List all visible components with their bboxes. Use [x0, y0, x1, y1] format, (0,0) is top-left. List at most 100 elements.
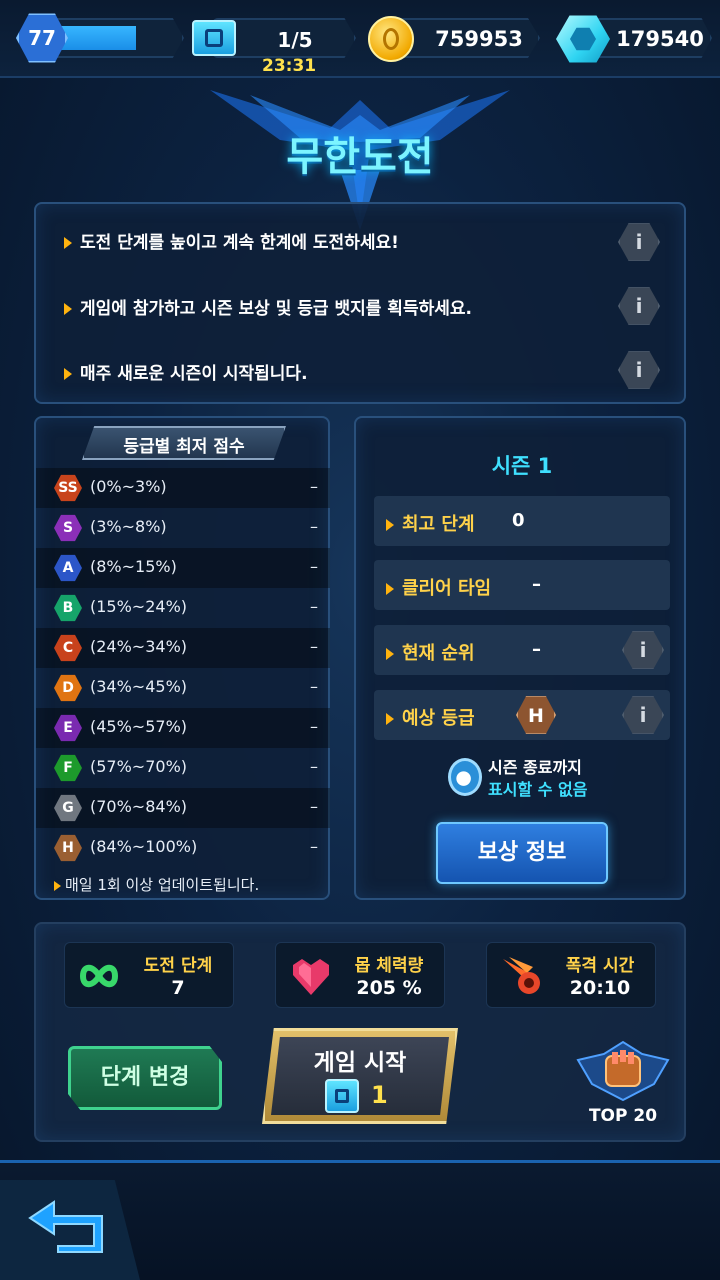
bullet-arrow-icon [64, 368, 72, 380]
expected-grade-badge: H [516, 696, 556, 734]
grade-row: C (24%~34%) – [36, 628, 330, 668]
expected-grade-row: 예상 등급 H i [374, 690, 670, 740]
grade-badge-icon: G [54, 794, 82, 822]
page-title: 무한도전 [286, 134, 434, 180]
grade-row: SS (0%~3%) – [36, 468, 330, 508]
grade-row: A (8%~15%) – [36, 548, 330, 588]
grade-range: (24%~34%) [90, 637, 188, 656]
stat-challenge-stage: 도전 단계 7 [64, 942, 234, 1008]
game-start-button[interactable]: 게임 시작 1 [262, 1028, 458, 1124]
ticket-timer: 23:31 [262, 56, 317, 76]
rank-label: 현재 순위 [386, 639, 475, 665]
info-icon[interactable]: i [618, 351, 660, 389]
grade-range: (15%~24%) [90, 597, 188, 616]
grade-min-score: – [310, 757, 318, 776]
stat-bombing-time: 폭격 시간 20:10 [486, 942, 656, 1008]
grade-min-score: – [310, 677, 318, 696]
grade-row: F (57%~70%) – [36, 748, 330, 788]
notice-item: 매주 새로운 시즌이 시작됩니다. [64, 359, 308, 384]
grade-header: 등급별 최저 점수 [123, 437, 245, 457]
change-stage-button[interactable]: 단계 변경 [68, 1046, 222, 1110]
grade-row: H (84%~100%) – [36, 828, 330, 868]
start-cost: 1 [371, 1081, 388, 1109]
grade-row: E (45%~57%) – [36, 708, 330, 748]
clear-time-label: 클리어 타임 [386, 574, 491, 600]
grade-min-score: – [310, 557, 318, 576]
notice-text: 매주 새로운 시즌이 시작됩니다. [80, 364, 308, 384]
grade-range: (0%~3%) [90, 477, 167, 496]
grade-row: B (15%~24%) – [36, 588, 330, 628]
gold-coin-icon [368, 16, 414, 62]
label-text: 현재 순위 [402, 643, 475, 664]
grade-min-score: – [310, 597, 318, 616]
grade-min-score: – [310, 477, 318, 496]
top-rank-emblem-icon[interactable] [574, 1040, 672, 1106]
reward-info-button[interactable]: 보상 정보 [436, 822, 608, 884]
bullet-arrow-icon [64, 237, 72, 249]
notice-text: 도전 단계를 높이고 계속 한계에 도전하세요! [80, 233, 399, 253]
notice-panel: 도전 단계를 높이고 계속 한계에 도전하세요! i 게임에 참가하고 시즌 보… [34, 202, 686, 404]
bullet-arrow-icon [64, 303, 72, 315]
stat-value: 7 [171, 977, 185, 999]
stat-label: 몹 체력량 [354, 956, 424, 976]
best-stage-label: 최고 단계 [386, 510, 475, 536]
stat-value: 20:10 [569, 977, 631, 999]
grade-range: (57%~70%) [90, 757, 188, 776]
notice-item: 도전 단계를 높이고 계속 한계에 도전하세요! [64, 228, 399, 253]
notice-text: 게임에 참가하고 시즌 보상 및 등급 뱃지를 획득하세요. [80, 299, 472, 319]
grade-badge-icon: D [54, 674, 82, 702]
info-icon[interactable]: i [618, 287, 660, 325]
season-panel: 시즌 1 최고 단계 0 클리어 타임 – 현재 순위 – i 예상 등급 H … [354, 416, 686, 900]
grade-badge-icon: A [54, 554, 82, 582]
top-status-bar: 77 1/5 23:31 759953 179540 [0, 0, 720, 78]
expected-grade-label: 예상 등급 [386, 704, 475, 730]
gold-amount: 759953 [435, 27, 523, 51]
ticket-icon [325, 1079, 359, 1113]
clear-time-row: 클리어 타임 – [374, 560, 670, 610]
grade-min-score: – [310, 797, 318, 816]
season-title: 시즌 1 [491, 454, 553, 478]
grade-panel: 등급별 최저 점수 SS (0%~3%) – S (3%~8%) – A (8%~15%) – B… [34, 416, 330, 900]
grade-min-score: – [310, 717, 318, 736]
grade-row: S (3%~8%) – [36, 508, 330, 548]
best-stage-value: 0 [512, 510, 525, 531]
grade-badge-icon: B [54, 594, 82, 622]
grade-badge-icon: SS [54, 474, 82, 502]
grade-min-score: – [310, 517, 318, 536]
start-button-label: 게임 시작 [313, 1050, 407, 1076]
label-text: 최고 단계 [402, 514, 475, 535]
grade-row: G (70%~84%) – [36, 788, 330, 828]
info-icon[interactable]: i [622, 631, 664, 669]
grade-range: (3%~8%) [90, 517, 167, 536]
info-icon[interactable]: i [622, 696, 664, 734]
stat-value: 205 % [356, 977, 422, 999]
info-icon[interactable]: i [618, 223, 660, 261]
grade-footnote: 매일 1회 이상 업데이트됩니다. [54, 874, 259, 895]
meteor-icon [499, 955, 545, 999]
stat-mob-health: 몹 체력량 205 % [275, 942, 445, 1008]
bullet-arrow-icon [386, 648, 394, 660]
bullet-arrow-icon [386, 713, 394, 725]
grade-range: (8%~15%) [90, 557, 177, 576]
grade-range: (84%~100%) [90, 837, 198, 856]
grade-range: (34%~45%) [90, 677, 188, 696]
label-text: 클리어 타임 [402, 578, 492, 599]
grade-row: D (34%~45%) – [36, 668, 330, 708]
grade-min-score: – [310, 837, 318, 856]
grade-badge-icon: C [54, 634, 82, 662]
notice-item: 게임에 참가하고 시즌 보상 및 등급 뱃지를 획득하세요. [64, 294, 472, 319]
bullet-arrow-icon [54, 880, 61, 891]
grade-badge-icon: F [54, 754, 82, 782]
gem-amount: 179540 [616, 27, 704, 51]
bullet-arrow-icon [386, 519, 394, 531]
grade-min-score: – [310, 637, 318, 656]
stat-label: 도전 단계 [143, 956, 213, 976]
grade-range: (45%~57%) [90, 717, 188, 736]
back-arrow-icon[interactable] [24, 1196, 106, 1256]
level-text: 77 [28, 26, 56, 50]
clear-time-value: – [532, 574, 541, 595]
grade-range: (70%~84%) [90, 797, 188, 816]
footnote-text: 매일 1회 이상 업데이트됩니다. [65, 876, 260, 894]
ticket-count: 1/5 [277, 28, 313, 52]
label-text: 예상 등급 [402, 708, 475, 729]
